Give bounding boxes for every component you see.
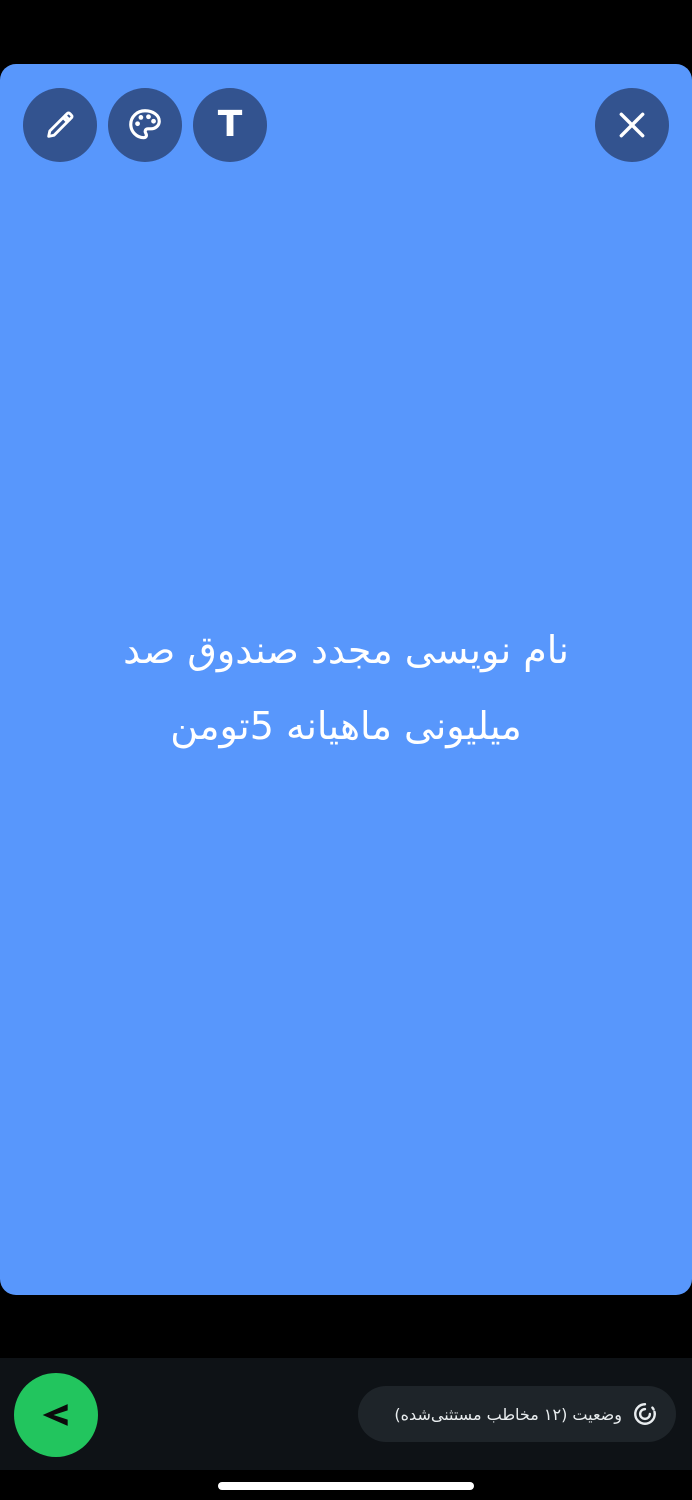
status-ring-icon — [634, 1403, 656, 1425]
text-format-icon: T — [217, 104, 243, 145]
text-style-button[interactable]: T — [193, 88, 267, 162]
close-icon — [619, 112, 645, 138]
status-privacy-label: وضعیت (۱۲ مخاطب مستثنی‌شده) — [394, 1404, 622, 1424]
palette-icon — [129, 109, 161, 140]
bottom-bar: وضعیت (۱۲ مخاطب مستثنی‌شده) — [0, 1358, 692, 1470]
status-composer-screen: T نام نویسی مجدد صندوق صد میلیونی ماهیان… — [0, 0, 692, 1500]
close-button[interactable] — [595, 88, 669, 162]
send-button[interactable] — [14, 1373, 98, 1457]
status-privacy-button[interactable]: وضعیت (۱۲ مخاطب مستثنی‌شده) — [358, 1386, 676, 1442]
pencil-icon — [47, 111, 74, 138]
home-indicator — [218, 1482, 474, 1490]
status-canvas[interactable]: T نام نویسی مجدد صندوق صد میلیونی ماهیان… — [0, 64, 692, 1295]
color-button[interactable] — [108, 88, 182, 162]
send-arrow-icon — [42, 1404, 68, 1426]
status-text-input[interactable]: نام نویسی مجدد صندوق صد میلیونی ماهیانه … — [80, 612, 612, 764]
draw-button[interactable] — [23, 88, 97, 162]
